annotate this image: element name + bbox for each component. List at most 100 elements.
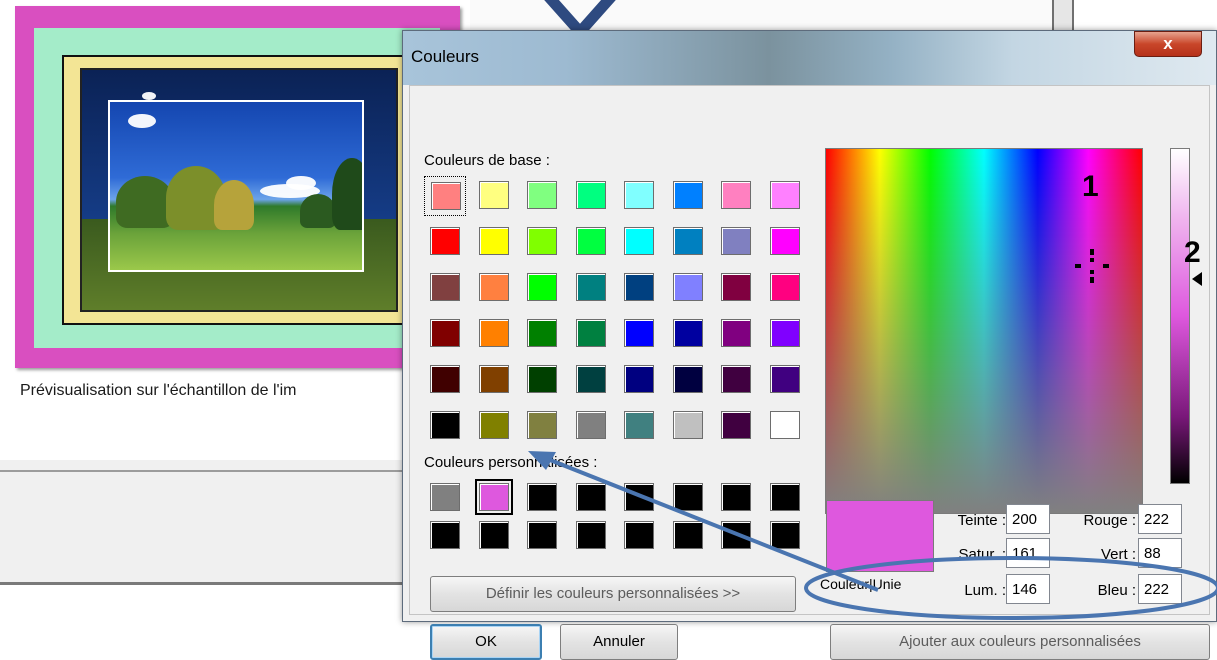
preview-cloud (286, 176, 316, 190)
base-color-swatch-color (478, 181, 509, 209)
custom-color-swatch-color (474, 479, 513, 515)
custom-color-swatch-color (527, 483, 557, 511)
base-color-swatch[interactable] (715, 268, 757, 308)
custom-color-swatch[interactable] (473, 478, 515, 518)
base-color-swatch[interactable] (618, 268, 660, 308)
custom-color-swatch[interactable] (521, 516, 563, 556)
color-dialog: Couleurs x Couleurs de base : Couleurs p… (402, 30, 1217, 660)
custom-color-swatch-color (624, 521, 654, 549)
base-color-swatch[interactable] (570, 222, 612, 262)
preview-tree (300, 194, 336, 228)
custom-color-swatch[interactable] (618, 516, 660, 556)
base-color-swatch[interactable] (764, 360, 806, 400)
custom-color-swatch[interactable] (667, 516, 709, 556)
base-color-swatch[interactable] (764, 268, 806, 308)
base-color-swatch-color (478, 319, 509, 347)
cancel-button[interactable]: Annuler (560, 624, 678, 660)
base-color-swatch[interactable] (764, 176, 806, 216)
red-field[interactable] (1138, 504, 1182, 534)
base-color-swatch[interactable] (667, 176, 709, 216)
base-color-swatch[interactable] (424, 222, 466, 262)
base-color-swatch[interactable] (424, 406, 466, 446)
base-color-swatch[interactable] (473, 360, 515, 400)
sat-label: Satur. : (958, 546, 1006, 563)
base-color-swatch[interactable] (715, 222, 757, 262)
custom-color-swatch-color (769, 483, 800, 511)
solid-color-label[interactable]: Couleur|Unie (820, 576, 901, 592)
custom-color-swatch[interactable] (424, 516, 466, 556)
base-color-swatch-color (478, 273, 509, 301)
base-color-swatch[interactable] (473, 268, 515, 308)
base-color-swatch[interactable] (473, 176, 515, 216)
base-color-swatch-color (769, 319, 800, 347)
custom-color-swatch[interactable] (424, 478, 466, 518)
luminosity-slider-handle-icon[interactable] (1192, 272, 1202, 286)
base-color-swatch[interactable] (521, 360, 563, 400)
base-color-swatch[interactable] (667, 406, 709, 446)
base-color-swatch[interactable] (618, 406, 660, 446)
base-color-swatch[interactable] (473, 222, 515, 262)
base-color-swatch[interactable] (521, 268, 563, 308)
sat-field[interactable] (1006, 538, 1050, 568)
base-color-swatch[interactable] (618, 222, 660, 262)
base-color-swatch[interactable] (715, 360, 757, 400)
base-color-swatch[interactable] (667, 314, 709, 354)
base-color-swatch[interactable] (424, 314, 466, 354)
base-color-swatch-color (430, 273, 460, 301)
hue-field[interactable] (1006, 504, 1050, 534)
base-color-swatch[interactable] (570, 406, 612, 446)
base-color-swatch[interactable] (715, 314, 757, 354)
custom-color-swatch[interactable] (570, 516, 612, 556)
close-button[interactable]: x (1134, 31, 1202, 57)
custom-color-swatch[interactable] (764, 516, 806, 556)
base-color-swatch-color (672, 273, 703, 301)
lum-field[interactable] (1006, 574, 1050, 604)
custom-color-swatch-color (527, 521, 557, 549)
custom-color-swatch[interactable] (618, 478, 660, 518)
base-color-swatch[interactable] (764, 222, 806, 262)
base-color-swatch[interactable] (618, 176, 660, 216)
luminosity-slider[interactable] (1170, 148, 1190, 484)
custom-color-swatch[interactable] (764, 478, 806, 518)
custom-color-swatch[interactable] (667, 478, 709, 518)
base-color-swatch[interactable] (715, 176, 757, 216)
base-color-swatch[interactable] (570, 360, 612, 400)
dialog-titlebar[interactable]: Couleurs x (403, 31, 1216, 85)
add-to-custom-colors-button[interactable]: Ajouter aux couleurs personnalisées (830, 624, 1210, 660)
custom-color-swatch[interactable] (521, 478, 563, 518)
base-color-swatch[interactable] (764, 314, 806, 354)
base-color-swatch[interactable] (570, 314, 612, 354)
base-color-swatch[interactable] (570, 176, 612, 216)
base-color-swatch[interactable] (715, 406, 757, 446)
base-color-swatch[interactable] (667, 268, 709, 308)
base-color-swatch[interactable] (667, 360, 709, 400)
custom-color-swatch[interactable] (473, 516, 515, 556)
blue-field[interactable] (1138, 574, 1182, 604)
base-color-swatch[interactable] (570, 268, 612, 308)
base-color-swatch[interactable] (473, 406, 515, 446)
base-color-swatch[interactable] (473, 314, 515, 354)
hue-label: Teinte : (957, 512, 1006, 529)
base-color-swatch[interactable] (764, 406, 806, 446)
dialog-title: Couleurs (411, 47, 480, 66)
ok-button[interactable]: OK (430, 624, 542, 660)
base-color-swatch[interactable] (618, 314, 660, 354)
base-color-swatch[interactable] (521, 406, 563, 446)
green-field[interactable] (1138, 538, 1182, 568)
base-color-swatch[interactable] (618, 360, 660, 400)
custom-color-swatch[interactable] (570, 478, 612, 518)
spectrum-crosshair-icon[interactable] (1075, 249, 1109, 283)
base-color-swatch-color (769, 365, 800, 393)
base-color-swatch[interactable] (424, 176, 466, 216)
base-color-swatch[interactable] (424, 360, 466, 400)
base-color-swatch[interactable] (424, 268, 466, 308)
custom-color-swatch-color (721, 483, 751, 511)
preview-cloud (128, 114, 156, 128)
base-color-swatch[interactable] (521, 176, 563, 216)
define-custom-colors-button[interactable]: Définir les couleurs personnalisées >> (430, 576, 796, 612)
custom-color-swatch[interactable] (715, 478, 757, 518)
base-color-swatch[interactable] (667, 222, 709, 262)
base-color-swatch[interactable] (521, 314, 563, 354)
custom-color-swatch[interactable] (715, 516, 757, 556)
base-color-swatch[interactable] (521, 222, 563, 262)
